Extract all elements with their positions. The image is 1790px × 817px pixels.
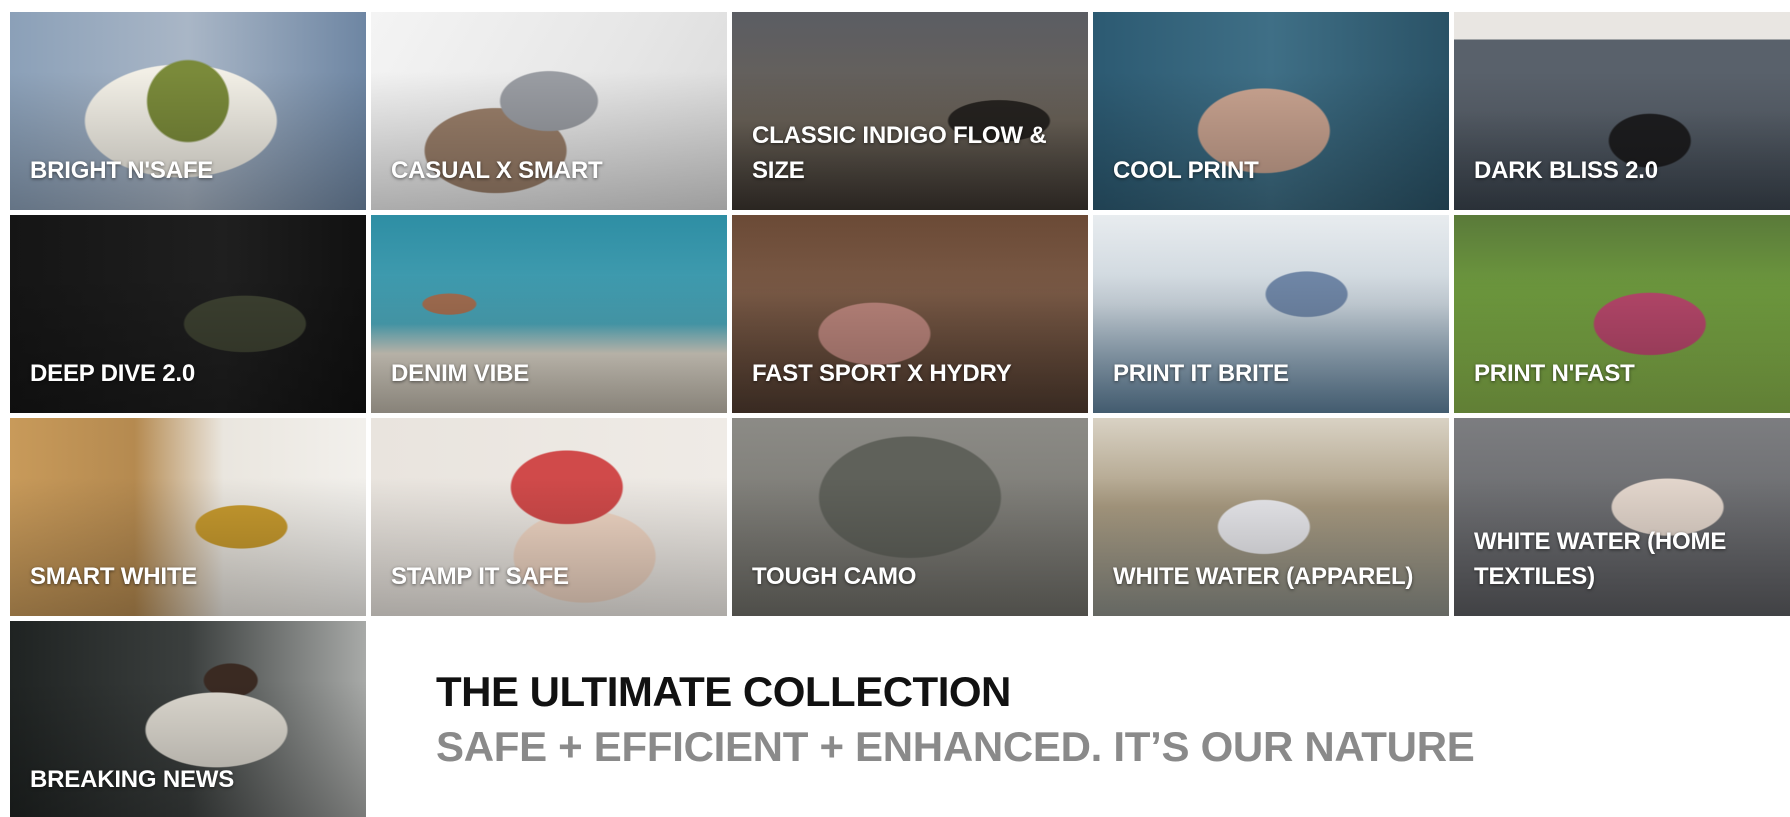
- collection-tagline: THE ULTIMATE COLLECTION SAFE + EFFICIENT…: [436, 665, 1736, 775]
- tile-label: CLASSIC INDIGO FLOW & SIZE: [752, 122, 1047, 184]
- tile-label: SMART WHITE: [30, 563, 198, 590]
- tile-label: CASUAL X SMART: [391, 157, 603, 184]
- collection-tile-smart-white[interactable]: SMART WHITE: [10, 418, 366, 616]
- tile-label: BRIGHT N'SAFE: [30, 157, 214, 184]
- collection-tile-cool-print[interactable]: COOL PRINT: [1093, 12, 1449, 210]
- collection-tile-fast-sport[interactable]: FAST SPORT X HYDRY: [732, 215, 1088, 413]
- tile-label: BREAKING NEWS: [30, 766, 235, 793]
- collection-tile-breaking-news[interactable]: BREAKING NEWS: [10, 621, 366, 817]
- tile-label: STAMP IT SAFE: [391, 563, 569, 590]
- collection-subline: SAFE + EFFICIENT + ENHANCED. IT’S OUR NA…: [436, 723, 1475, 770]
- tile-label: DENIM VIBE: [391, 360, 530, 387]
- tile-label: PRINT IT BRITE: [1113, 360, 1289, 387]
- collection-page: BRIGHT N'SAFE CASUAL X SMART CLASSIC IND…: [0, 0, 1790, 817]
- collection-tile-bright-n-safe[interactable]: BRIGHT N'SAFE: [10, 12, 366, 210]
- collection-tile-tough-camo[interactable]: TOUGH CAMO: [732, 418, 1088, 616]
- collection-tile-denim-vibe[interactable]: DENIM VIBE: [371, 215, 727, 413]
- collection-tile-white-water-home-textiles[interactable]: WHITE WATER (HOME TEXTILES): [1454, 418, 1790, 616]
- collection-tile-print-it-brite[interactable]: PRINT IT BRITE: [1093, 215, 1449, 413]
- tile-label: COOL PRINT: [1113, 157, 1259, 184]
- tile-label: PRINT N'FAST: [1474, 360, 1635, 387]
- tile-label: TOUGH CAMO: [752, 563, 917, 590]
- collection-headline: THE ULTIMATE COLLECTION: [436, 668, 1011, 715]
- collection-tile-print-n-fast[interactable]: PRINT N'FAST: [1454, 215, 1790, 413]
- tile-label: DARK BLISS 2.0: [1474, 157, 1658, 184]
- collection-tile-deep-dive[interactable]: DEEP DIVE 2.0: [10, 215, 366, 413]
- collection-tile-stamp-it-safe[interactable]: STAMP IT SAFE: [371, 418, 727, 616]
- tile-label: WHITE WATER (APPAREL): [1113, 563, 1414, 590]
- tile-label: DEEP DIVE 2.0: [30, 360, 196, 387]
- collection-tile-classic-indigo[interactable]: CLASSIC INDIGO FLOW & SIZE: [732, 12, 1088, 210]
- collection-tile-casual-x-smart[interactable]: CASUAL X SMART: [371, 12, 727, 210]
- tile-label: WHITE WATER (HOME TEXTILES): [1474, 528, 1727, 590]
- collection-tile-white-water-apparel[interactable]: WHITE WATER (APPAREL): [1093, 418, 1449, 616]
- tile-label: FAST SPORT X HYDRY: [752, 360, 1012, 387]
- collection-tile-dark-bliss[interactable]: DARK BLISS 2.0: [1454, 12, 1790, 210]
